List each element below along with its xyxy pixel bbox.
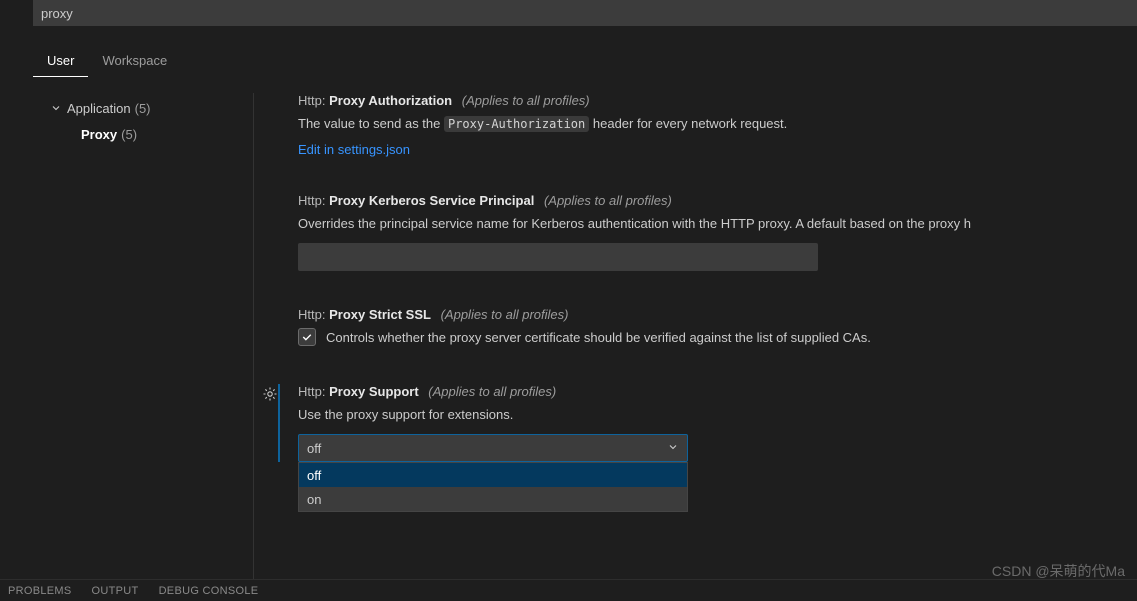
setting-name: Proxy Kerberos Service Principal [329,193,534,208]
tree-group-application[interactable]: Application (5) [33,95,243,121]
check-icon [301,331,313,343]
select-value: off [307,441,321,456]
option-on[interactable]: on [299,487,687,511]
chevron-down-icon [667,441,679,456]
panel-tab-debug-console[interactable]: DEBUG CONSOLE [159,585,259,597]
setting-proxy-authorization: Http: Proxy Authorization (Applies to al… [280,93,1137,157]
tree-item-count: (5) [121,127,137,142]
setting-scope-note: (Applies to all profiles) [462,93,590,108]
setting-title: Http: Proxy Authorization (Applies to al… [298,93,1137,108]
proxy-support-select[interactable]: off [298,434,688,462]
option-off[interactable]: off [299,463,687,487]
setting-proxy-strict-ssl: Http: Proxy Strict SSL (Applies to all p… [280,307,1137,348]
setting-category: Http: [298,193,325,208]
strict-ssl-checkbox[interactable] [298,328,316,346]
setting-title: Http: Proxy Support (Applies to all prof… [298,384,1137,399]
tree-item-proxy[interactable]: Proxy (5) [33,121,243,147]
tree-group-count: (5) [135,101,151,116]
setting-proxy-kerberos-service-principal: Http: Proxy Kerberos Service Principal (… [280,193,1137,272]
tab-workspace[interactable]: Workspace [88,47,181,77]
settings-content: Http: Proxy Authorization (Applies to al… [253,93,1137,583]
search-settings-value: proxy [41,6,73,21]
setting-category: Http: [298,307,325,322]
setting-description: The value to send as the Proxy-Authoriza… [298,114,1137,134]
setting-category: Http: [298,384,325,399]
watermark: CSDN @呆萌的代Ma [992,561,1125,581]
setting-name: Proxy Support [329,384,419,399]
setting-scope-note: (Applies to all profiles) [428,384,556,399]
code-chip: Proxy-Authorization [444,116,589,132]
setting-title: Http: Proxy Kerberos Service Principal (… [298,193,1137,208]
setting-title: Http: Proxy Strict SSL (Applies to all p… [298,307,1137,322]
bottom-panel-tabs: PROBLEMS OUTPUT DEBUG CONSOLE [0,579,1137,601]
setting-scope-note: (Applies to all profiles) [441,307,569,322]
setting-name: Proxy Strict SSL [329,307,431,322]
settings-tree: Application (5) Proxy (5) [33,95,243,147]
search-settings-input[interactable]: proxy [33,0,1137,26]
setting-scope-note: (Applies to all profiles) [544,193,672,208]
setting-category: Http: [298,93,325,108]
edit-in-settings-json-link[interactable]: Edit in settings.json [298,142,410,157]
kerberos-principal-input[interactable] [298,243,818,271]
proxy-support-dropdown: off on [298,462,688,512]
panel-tab-output[interactable]: OUTPUT [92,585,139,597]
setting-name: Proxy Authorization [329,93,452,108]
chevron-down-icon [49,101,63,115]
proxy-support-select-wrap: off off on [298,434,688,462]
panel-tab-problems[interactable]: PROBLEMS [8,585,72,597]
setting-checkbox-row: Controls whether the proxy server certif… [298,328,1137,348]
settings-scope-tabs: User Workspace [33,47,181,77]
setting-description: Use the proxy support for extensions. [298,405,1137,425]
setting-description: Controls whether the proxy server certif… [326,328,871,348]
gear-icon[interactable] [262,386,278,402]
setting-proxy-support: Http: Proxy Support (Applies to all prof… [278,384,1137,463]
tree-group-label: Application [67,101,131,116]
tab-user[interactable]: User [33,47,88,77]
tree-item-label: Proxy [81,127,117,142]
setting-description: Overrides the principal service name for… [298,214,1137,234]
